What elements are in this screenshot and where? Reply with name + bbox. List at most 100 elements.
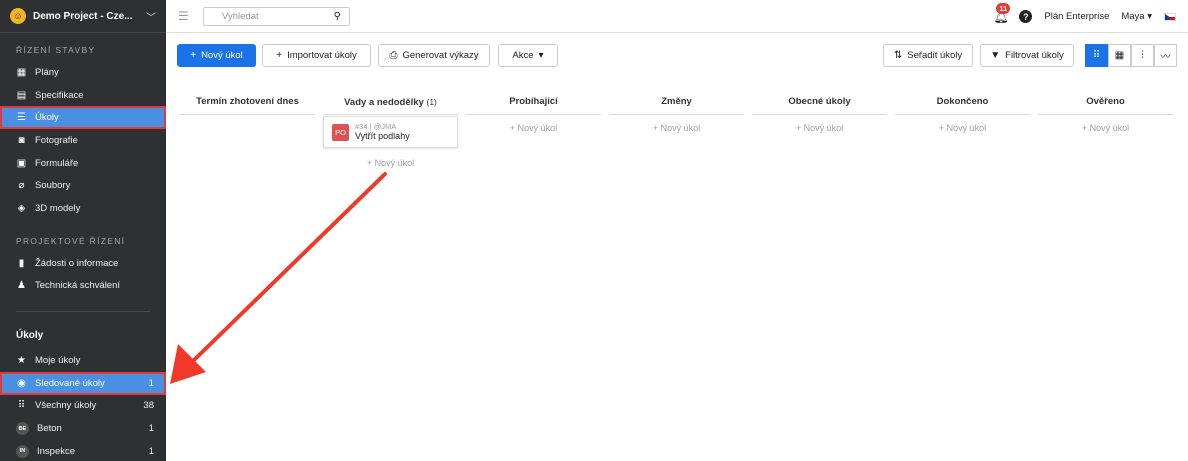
sidebar-item-approvals[interactable]: ♟ Technická schválení <box>0 275 166 298</box>
generate-reports-label: Generovat výkazy <box>402 50 479 61</box>
sidebar-item-files[interactable]: ⌀ Soubory <box>0 174 166 197</box>
board-column: Termín zhotovení dnes <box>180 95 315 115</box>
task-card[interactable]: PO #34 | @JMA Vytřít podlahy <box>323 116 458 148</box>
top-right-controls: 🔔︎ 11 ? Plán Enterprise Maya ▾ <box>993 0 1176 33</box>
sidebar-divider <box>16 311 150 313</box>
board-column: Ověřeno + Nový úkol <box>1038 95 1173 133</box>
plus-icon: + <box>190 50 197 61</box>
count-badge: 1 <box>148 423 154 435</box>
column-title: Obecné úkoly <box>788 96 851 107</box>
column-count: (1) <box>426 97 437 107</box>
column-title: Ověřeno <box>1086 96 1125 107</box>
board-column: Dokončeno + Nový úkol <box>895 95 1030 133</box>
help-icon[interactable]: ? <box>1019 10 1033 23</box>
sidebar-item-label: Formuláře <box>35 157 79 169</box>
czech-flag-icon[interactable] <box>1164 12 1176 21</box>
sidebar-item-label: Úkoly <box>35 112 59 124</box>
chevron-down-icon: ﹀ <box>146 12 156 24</box>
column-header: Změny <box>609 95 744 115</box>
sidebar-item-plans[interactable]: ▦ Plány <box>0 61 166 84</box>
clipboard-icon: ▣ <box>16 157 27 169</box>
add-task-link[interactable]: + Nový úkol <box>466 123 601 133</box>
new-task-button[interactable]: + Nový úkol <box>177 44 256 67</box>
stamp-icon: ♟ <box>17 280 26 292</box>
generate-reports-button[interactable]: ⎙ Generovat výkazy <box>378 44 490 67</box>
line-chart-icon: 〰 <box>1160 52 1171 63</box>
column-header: Ověřeno <box>1038 95 1173 115</box>
tasks-section-title: Úkoly <box>16 330 44 342</box>
new-task-label: Nový úkol <box>201 50 243 61</box>
hamburger-menu-icon[interactable]: ☰ <box>178 9 192 23</box>
chart-view-button[interactable]: 〰 <box>1154 44 1177 67</box>
sidebar-item-forms[interactable]: ▣ Formuláře <box>0 152 166 175</box>
sidebar-item-label: Soubory <box>35 180 71 192</box>
plan-link[interactable]: Plán Enterprise <box>1044 11 1109 22</box>
add-task-link[interactable]: + Nový úkol <box>752 123 887 133</box>
sidebar-item-label: Specifikace <box>35 89 84 101</box>
sidebar-item-label: Beton <box>37 423 62 435</box>
top-bar: ☰ Vyhledat ⚲ 🔔︎ 11 ? Plán Enterprise May… <box>166 0 1188 33</box>
filter-tasks-button[interactable]: ▼ Filtrovat úkoly <box>980 44 1074 67</box>
notification-count: 11 <box>996 2 1011 14</box>
sidebar-item-label: Plány <box>35 66 59 78</box>
search-input[interactable]: Vyhledat ⚲ <box>203 6 350 26</box>
column-title: Vady a nedodělky <box>344 97 424 108</box>
add-task-link[interactable]: + Nový úkol <box>1038 123 1173 133</box>
sidebar-item-photos[interactable]: ◙ Fotografie <box>0 129 166 152</box>
search-icon[interactable]: ⚲ <box>334 11 341 22</box>
actions-dropdown[interactable]: Akce ▾ <box>498 44 558 67</box>
project-switcher[interactable]: ☺ Demo Project - Cze... ﹀ <box>0 0 166 33</box>
beton-badge: BE <box>16 422 29 436</box>
sidebar-item-specifications[interactable]: ▤ Specifikace <box>0 84 166 107</box>
board-view-button[interactable]: ⠿ <box>1085 44 1108 67</box>
cube-icon: ◈ <box>17 202 26 214</box>
column-header: Obecné úkoly <box>752 95 887 115</box>
count-badge: 1 <box>148 445 154 457</box>
count-badge: 38 <box>143 400 154 412</box>
sidebar-item-tasks[interactable]: ☰ Úkoly <box>0 106 166 130</box>
column-title: Dokončeno <box>936 96 989 107</box>
sort-icon: ⇅ <box>893 50 903 61</box>
inspekce-badge: IN <box>16 444 29 458</box>
avatar: PO <box>332 123 349 141</box>
list-icon: ☰ <box>17 112 26 124</box>
sidebar-item-label: Všechny úkoly <box>35 400 97 412</box>
column-title: Probíhající <box>509 96 558 107</box>
sidebar-item-label: Technická schválení <box>35 280 121 292</box>
column-header: Vady a nedodělky (1) <box>323 95 458 115</box>
filter-icon: ▼ <box>990 50 1001 61</box>
eye-icon: ◉ <box>17 377 26 389</box>
section-title-project-management: PROJEKTOVÉ ŘÍZENÍ <box>16 235 126 246</box>
sidebar-item-3d-models[interactable]: ◈ 3D modely <box>0 197 166 220</box>
import-tasks-button[interactable]: + Importovat úkoly <box>262 44 371 67</box>
gantt-view-button[interactable]: ⫶ <box>1131 44 1154 67</box>
grid-icon: ⠿ <box>17 400 26 412</box>
printer-icon: ⎙ <box>389 50 398 61</box>
plus-icon: + <box>276 50 283 61</box>
calendar-icon: ▦ <box>1114 50 1125 61</box>
add-task-link[interactable]: + Nový úkol <box>609 123 744 133</box>
sort-tasks-button[interactable]: ⇅ Seřadit úkoly <box>883 44 973 67</box>
board-column: Probíhající + Nový úkol <box>466 95 601 133</box>
calendar-view-button[interactable]: ▦ <box>1108 44 1131 67</box>
sidebar-item-inspekce[interactable]: IN Inspekce 1 <box>0 440 166 461</box>
document-stack-icon: ▤ <box>16 89 27 101</box>
user-menu[interactable]: Maya ▾ <box>1121 11 1152 22</box>
notifications-button[interactable]: 🔔︎ 11 <box>993 2 1011 24</box>
gantt-icon: ⫶ <box>1141 50 1144 61</box>
sidebar-item-beton[interactable]: BE Beton 1 <box>0 417 166 440</box>
info-document-icon: ▮ <box>18 257 25 269</box>
sidebar-item-rfi[interactable]: ▮ Žádosti o informace <box>0 252 166 275</box>
import-tasks-label: Importovat úkoly <box>287 50 357 61</box>
sidebar-item-label: Žádosti o informace <box>35 257 119 269</box>
filter-tasks-label: Filtrovat úkoly <box>1005 50 1064 61</box>
sidebar: ☺ Demo Project - Cze... ﹀ ŘÍZENÍ STAVBY … <box>0 0 166 461</box>
sidebar-item-all-tasks[interactable]: ⠿ Všechny úkoly 38 <box>0 395 166 418</box>
add-task-link[interactable]: + Nový úkol <box>323 158 458 168</box>
sidebar-item-followed-tasks[interactable]: ◉ Sledované úkoly 1 <box>0 371 166 395</box>
add-task-link[interactable]: + Nový úkol <box>895 123 1030 133</box>
sidebar-item-label: Fotografie <box>35 134 78 146</box>
sidebar-item-my-tasks[interactable]: ★ Moje úkoly <box>0 349 166 372</box>
board-column: Obecné úkoly + Nový úkol <box>752 95 887 133</box>
sidebar-item-label: Sledované úkoly <box>35 377 105 389</box>
